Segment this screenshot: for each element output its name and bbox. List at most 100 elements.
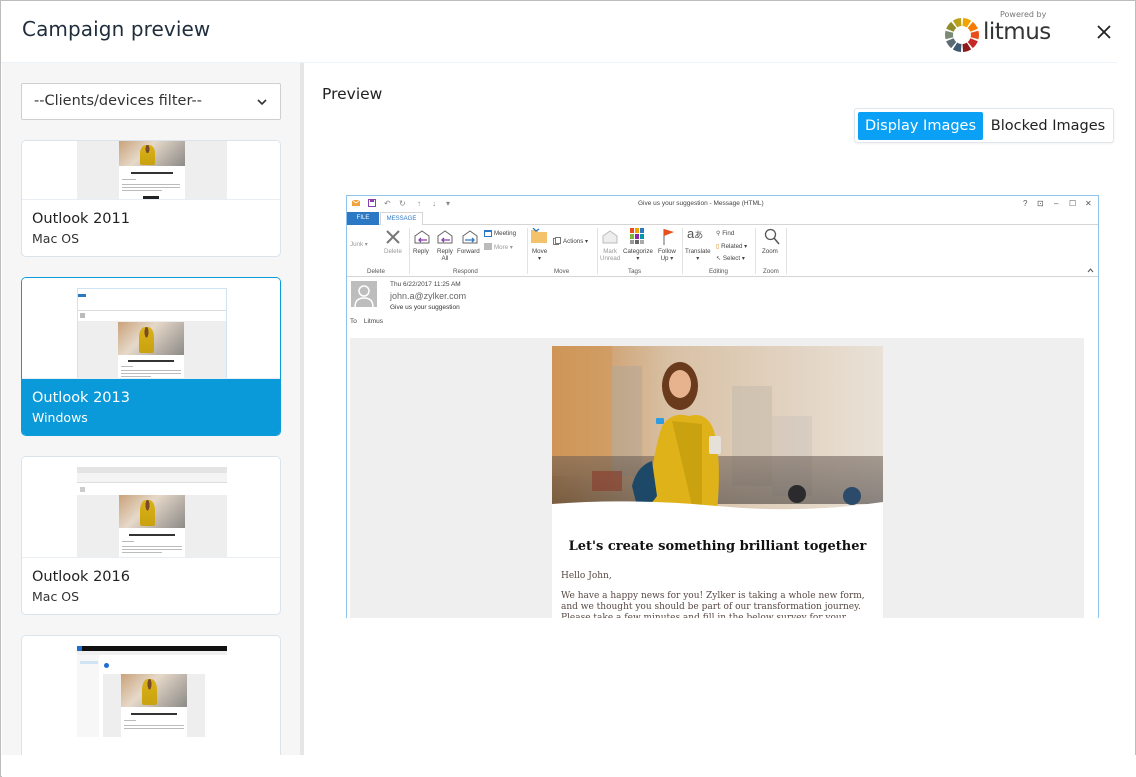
ribbon-group-zoom: Zoom bbox=[763, 268, 779, 275]
actions-icon bbox=[553, 237, 561, 245]
dialog-footer bbox=[2, 755, 1136, 777]
image-display-toggle: Display Images Blocked Images bbox=[854, 108, 1114, 143]
litmus-brand-name: litmus bbox=[983, 19, 1051, 45]
ribbon-group-tags: Tags bbox=[628, 268, 642, 275]
client-card-info: Outlook 2011 Mac OS bbox=[22, 200, 280, 256]
thumbnail-hero-image bbox=[118, 322, 184, 355]
client-thumbnail bbox=[22, 278, 280, 379]
ribbon-group-respond: Respond bbox=[453, 268, 478, 275]
client-os: Windows bbox=[32, 410, 88, 425]
meeting-button: Meeting bbox=[494, 230, 517, 237]
client-card-outlook-2016[interactable]: Outlook 2016 Mac OS bbox=[21, 456, 281, 615]
forward-button: Forward bbox=[457, 248, 480, 255]
reply-button: Reply bbox=[413, 248, 429, 255]
client-card-outlook-web[interactable] bbox=[21, 635, 281, 755]
mark-unread-icon bbox=[602, 230, 618, 244]
thumbnail-frame bbox=[77, 141, 227, 199]
chevron-down-icon bbox=[257, 99, 267, 106]
message-sender: john.a@zylker.com bbox=[390, 291, 467, 301]
powered-by-label: Powered by bbox=[1000, 10, 1047, 19]
filter-label: --Clients/devices filter-- bbox=[34, 93, 202, 109]
envelope-icon bbox=[352, 199, 360, 206]
undo-icon: ↶ bbox=[384, 199, 391, 208]
outlook-titlebar: ↶ ↻ ↑ ↓ ▾ Give us your suggestion - Mess… bbox=[347, 196, 1098, 212]
email-headline: Let's create something brilliant togethe… bbox=[568, 539, 867, 554]
message-recipients: To Litmus bbox=[350, 318, 384, 325]
translate-button: Translate ▾ bbox=[685, 248, 711, 262]
client-card-info: Outlook 2016 Mac OS bbox=[22, 558, 280, 614]
preview-panel: Preview Display Images Blocked Images ↶ … bbox=[307, 63, 1135, 755]
down-arrow-icon: ↓ bbox=[432, 199, 436, 208]
ribbon-display-icon: ⊡ bbox=[1037, 199, 1044, 208]
logo-segment bbox=[970, 30, 979, 40]
save-icon bbox=[368, 199, 376, 207]
related-button: ▯ Related ▾ bbox=[716, 243, 748, 250]
client-name: Outlook 2016 bbox=[32, 569, 130, 585]
redo-icon: ↻ bbox=[399, 199, 406, 208]
translate-icon: aあ bbox=[687, 226, 704, 241]
outlook-2013-render: ↶ ↻ ↑ ↓ ▾ Give us your suggestion - Mess… bbox=[346, 195, 1099, 618]
person-icon bbox=[354, 285, 374, 307]
minimize-icon: – bbox=[1054, 199, 1059, 208]
display-images-button[interactable]: Display Images bbox=[858, 112, 983, 140]
maximize-icon: ☐ bbox=[1069, 199, 1077, 208]
client-card-info: Outlook 2013 Windows bbox=[22, 379, 280, 435]
client-os: Mac OS bbox=[32, 231, 80, 246]
ribbon-group-delete: Delete bbox=[367, 268, 385, 275]
ribbon-group-move: Move bbox=[554, 268, 570, 275]
message-header: Thu 6/22/2017 11:25 AM john.a@zylker.com… bbox=[347, 277, 1098, 331]
woman-with-phone-image bbox=[552, 346, 883, 514]
ribbon-group-editing: Editing bbox=[709, 268, 728, 275]
move-folder-icon bbox=[531, 228, 547, 243]
thumbnail-email-body bbox=[119, 166, 185, 199]
zoom-icon bbox=[764, 228, 780, 245]
outlook-ribbon-tabs: FILE MESSAGE bbox=[347, 212, 1098, 226]
campaign-preview-dialog: Campaign preview Powered by litmus --Cli… bbox=[0, 0, 1136, 777]
sender-avatar bbox=[351, 281, 377, 307]
delete-icon bbox=[386, 230, 400, 244]
outlook-window-title: Give us your suggestion - Message (HTML) bbox=[638, 200, 764, 207]
follow-up-flag-icon bbox=[663, 229, 674, 245]
outlook-ribbon: Junk ▾ Delete Delete Reply Reply All Forw… bbox=[347, 225, 1098, 277]
find-button: ⚲ Find bbox=[716, 230, 735, 237]
preview-heading: Preview bbox=[322, 85, 383, 103]
categorize-icon bbox=[630, 228, 644, 244]
client-thumbnail bbox=[22, 636, 280, 755]
move-button: Move ▾ bbox=[532, 248, 548, 262]
help-icon: ? bbox=[1023, 199, 1028, 208]
thumbnail-hero-image bbox=[121, 674, 187, 707]
reply-all-button: Reply All bbox=[437, 248, 453, 262]
message-date: Thu 6/22/2017 11:25 AM bbox=[390, 281, 461, 288]
thumbnail-frame bbox=[77, 646, 227, 737]
blocked-images-button[interactable]: Blocked Images bbox=[985, 112, 1111, 140]
page-title: Campaign preview bbox=[22, 17, 211, 41]
thumbnail-frame bbox=[77, 288, 227, 378]
message-subject: Give us your suggestion bbox=[390, 304, 460, 311]
thumbnail-frame bbox=[77, 467, 227, 557]
email-content: Let's create something brilliant togethe… bbox=[552, 346, 883, 618]
reply-icon bbox=[414, 230, 430, 244]
clients-devices-filter-dropdown[interactable]: --Clients/devices filter-- bbox=[21, 83, 281, 120]
client-thumbnail bbox=[22, 141, 280, 200]
select-button: ↖ Select ▾ bbox=[716, 255, 745, 262]
junk-button: Junk ▾ bbox=[350, 241, 368, 248]
more-respond-icon bbox=[484, 243, 492, 250]
client-card-outlook-2011[interactable]: Outlook 2011 Mac OS bbox=[21, 140, 281, 257]
up-arrow-icon: ↑ bbox=[417, 199, 421, 208]
window-close-icon: ✕ bbox=[1085, 199, 1092, 208]
tab-file: FILE bbox=[347, 212, 379, 225]
actions-button: Actions ▾ bbox=[563, 238, 589, 245]
logo-segment bbox=[945, 30, 954, 40]
close-icon[interactable] bbox=[1093, 21, 1115, 43]
client-thumbnail bbox=[22, 457, 280, 558]
thumbnail-hero-image bbox=[119, 141, 185, 166]
client-card-outlook-2013[interactable]: Outlook 2013 Windows bbox=[21, 277, 281, 436]
thumbnail-email-body bbox=[118, 355, 184, 378]
meeting-icon bbox=[484, 230, 492, 237]
client-os: Mac OS bbox=[32, 589, 80, 604]
client-list-sidebar[interactable]: --Clients/devices filter-- Outlook 2011 … bbox=[2, 63, 304, 755]
more-button: More ▾ bbox=[494, 244, 513, 251]
delete-button: Delete bbox=[384, 248, 402, 255]
follow-up-button: Follow Up ▾ bbox=[658, 248, 676, 262]
zoom-button: Zoom bbox=[762, 248, 778, 255]
